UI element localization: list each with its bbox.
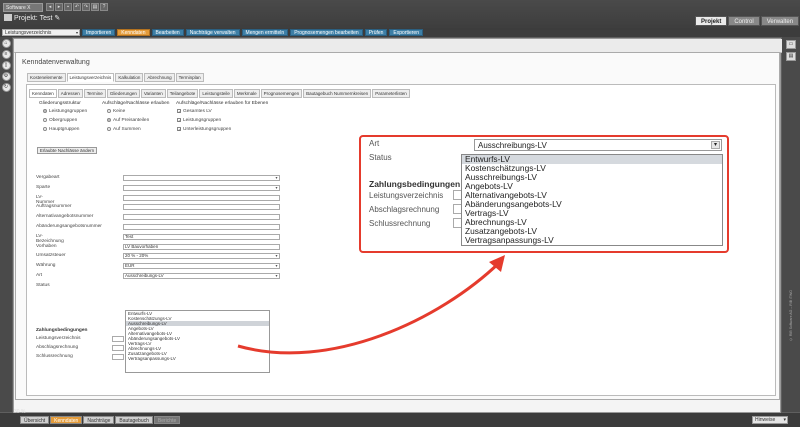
bottom-tab-übersicht[interactable]: Übersicht xyxy=(20,416,50,424)
hints-label: Hinweise xyxy=(755,417,776,423)
bottom-tabs: Übersicht Kenndaten Nachträge Bautagebuch Be… xyxy=(20,416,181,424)
bottom-tab-kenndaten[interactable]: Kenndaten xyxy=(50,416,83,424)
bottom-tab-berichte: Berichte xyxy=(153,416,181,424)
bottom-tab-bautagebuch[interactable]: Bautagebuch xyxy=(115,416,153,424)
chevron-down-icon: ▾ xyxy=(783,417,786,423)
arrow-curve xyxy=(237,260,502,355)
zoom-level[interactable]: 30 % xyxy=(14,409,25,415)
bottom-tab-nachträge[interactable]: Nachträge xyxy=(83,416,115,424)
watermark-text: © RIB Software AG – RIB iTWO xyxy=(789,290,793,342)
hints-button[interactable]: Hinweise ▾ xyxy=(752,416,788,424)
callout-arrow xyxy=(237,255,505,355)
bottom-bar: Übersicht Kenndaten Nachträge Bautagebuch Be… xyxy=(0,413,800,427)
